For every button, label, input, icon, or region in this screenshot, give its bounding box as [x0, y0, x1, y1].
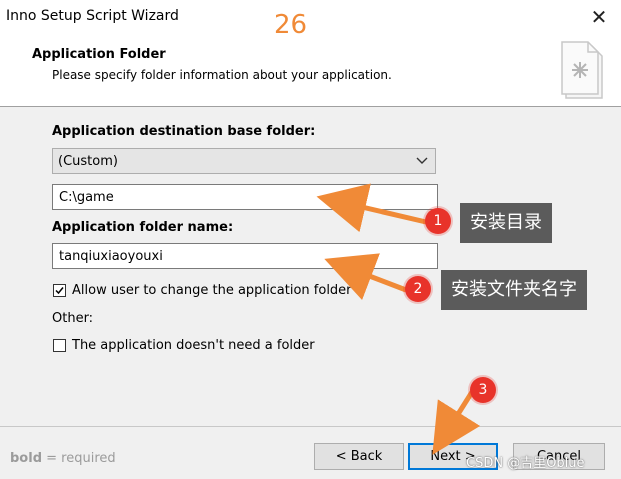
footer-divider — [0, 426, 621, 427]
arrow-3 — [432, 390, 481, 455]
annotation-callout-1: 安装目录 — [460, 203, 552, 243]
title-bar: Inno Setup Script Wizard 26 ✕ — [0, 0, 621, 40]
required-note: bold = required — [10, 451, 116, 466]
arrow-2 — [324, 253, 407, 301]
folder-name-label: Application folder name: — [52, 220, 234, 235]
back-button[interactable]: < Back — [314, 443, 404, 470]
no-folder-checkbox[interactable] — [53, 339, 66, 352]
required-note-bold: bold — [10, 451, 42, 466]
annotation-badge-1: 1 — [425, 208, 451, 234]
page-subtitle: Please specify folder information about … — [52, 68, 392, 82]
annotation-badge-2: 2 — [405, 276, 431, 302]
close-icon[interactable]: ✕ — [588, 6, 610, 28]
other-label: Other: — [52, 311, 94, 326]
annotation-badge-3: 3 — [470, 377, 496, 403]
allow-change-checkbox[interactable] — [53, 284, 66, 297]
wizard-header: Application Folder Please specify folder… — [0, 36, 621, 107]
window-title: Inno Setup Script Wizard — [6, 8, 179, 24]
required-note-text: = required — [42, 451, 116, 466]
checkmark-icon — [55, 287, 64, 295]
page-title: Application Folder — [32, 47, 166, 62]
folder-name-input[interactable] — [52, 243, 438, 269]
no-folder-label[interactable]: The application doesn't need a folder — [72, 338, 315, 353]
base-folder-selected: (Custom) — [58, 154, 118, 169]
custom-path-input[interactable] — [52, 184, 438, 210]
annotation-callout-2: 安装文件夹名字 — [441, 270, 587, 310]
allow-change-label[interactable]: Allow user to change the application fol… — [72, 283, 352, 298]
base-folder-label: Application destination base folder: — [52, 124, 316, 139]
base-folder-dropdown[interactable]: (Custom) — [52, 148, 436, 174]
watermark: CSDN @吉里Oblue — [466, 456, 585, 471]
chevron-down-icon — [416, 157, 428, 164]
wizard-document-icon — [561, 41, 603, 99]
